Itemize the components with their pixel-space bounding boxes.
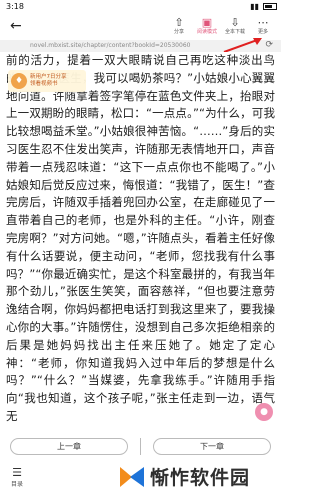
battery-icon <box>263 3 277 10</box>
chapter-paragraph: 前的活力，提着一双大眼睛说自己再吃这种淡出鸟的……“许医生，我可以喝奶茶吗？”小… <box>6 53 275 423</box>
more-label: 更多 <box>257 29 268 35</box>
directory-label: 目录 <box>10 481 23 488</box>
share-icon: ⇧ <box>174 16 184 29</box>
reader-mode-label: 阅读模式 <box>196 29 217 35</box>
assistant-icon: ● <box>260 407 268 417</box>
download-icon: ⇩ <box>230 16 240 29</box>
status-time: 3:18 <box>6 2 24 11</box>
share-button[interactable]: ⇧ 分享 <box>167 16 191 36</box>
back-button[interactable]: ← <box>10 18 22 34</box>
nav-divider <box>140 438 141 455</box>
gift-icon: ♦ <box>11 73 27 89</box>
chapter-navigation: 上一章 下一章 <box>0 436 281 458</box>
watermark-logo-icon <box>120 464 146 490</box>
more-button[interactable]: ⋯ 更多 <box>251 16 275 36</box>
promo-banner[interactable]: ♦ 新用户7日分享 领看视频书 <box>8 70 86 92</box>
watermark: 惭怍软件园 <box>120 463 250 490</box>
next-chapter-button[interactable]: 下一章 <box>153 438 271 455</box>
download-label: 全本下载 <box>224 29 245 35</box>
reader-mode-icon: ▣ <box>201 16 213 29</box>
url-text: novel.mbxist.site/chapter/content?bookId… <box>30 42 191 49</box>
download-button[interactable]: ⇩ 全本下载 <box>223 16 247 36</box>
status-bar: 3:18 ▮▮ <box>0 0 281 14</box>
prev-chapter-button[interactable]: 上一章 <box>10 438 128 455</box>
reader-mode-button[interactable]: ▣ 阅读模式 <box>195 16 219 36</box>
floating-action-button[interactable]: ● <box>255 403 273 421</box>
menu-icon: ☰ <box>12 466 22 479</box>
status-right: ▮▮ <box>250 2 277 11</box>
promo-text: 新用户7日分享 领看视频书 <box>30 74 67 87</box>
watermark-text: 惭怍软件园 <box>150 467 251 489</box>
reader-content[interactable]: 前的活力，提着一双大眼睛说自己再吃这种淡出鸟的……“许医生，我可以喝奶茶吗？”小… <box>0 52 281 432</box>
share-label: 分享 <box>173 29 184 35</box>
more-icon: ⋯ <box>257 16 269 29</box>
directory-button[interactable]: ☰ 目录 <box>6 466 28 488</box>
refresh-icon[interactable]: ⟳ <box>265 40 273 50</box>
toolbar: ⇧ 分享 ▣ 阅读模式 ⇩ 全本下载 ⋯ 更多 <box>167 16 275 36</box>
signal-icon: ▮▮ <box>250 2 259 11</box>
